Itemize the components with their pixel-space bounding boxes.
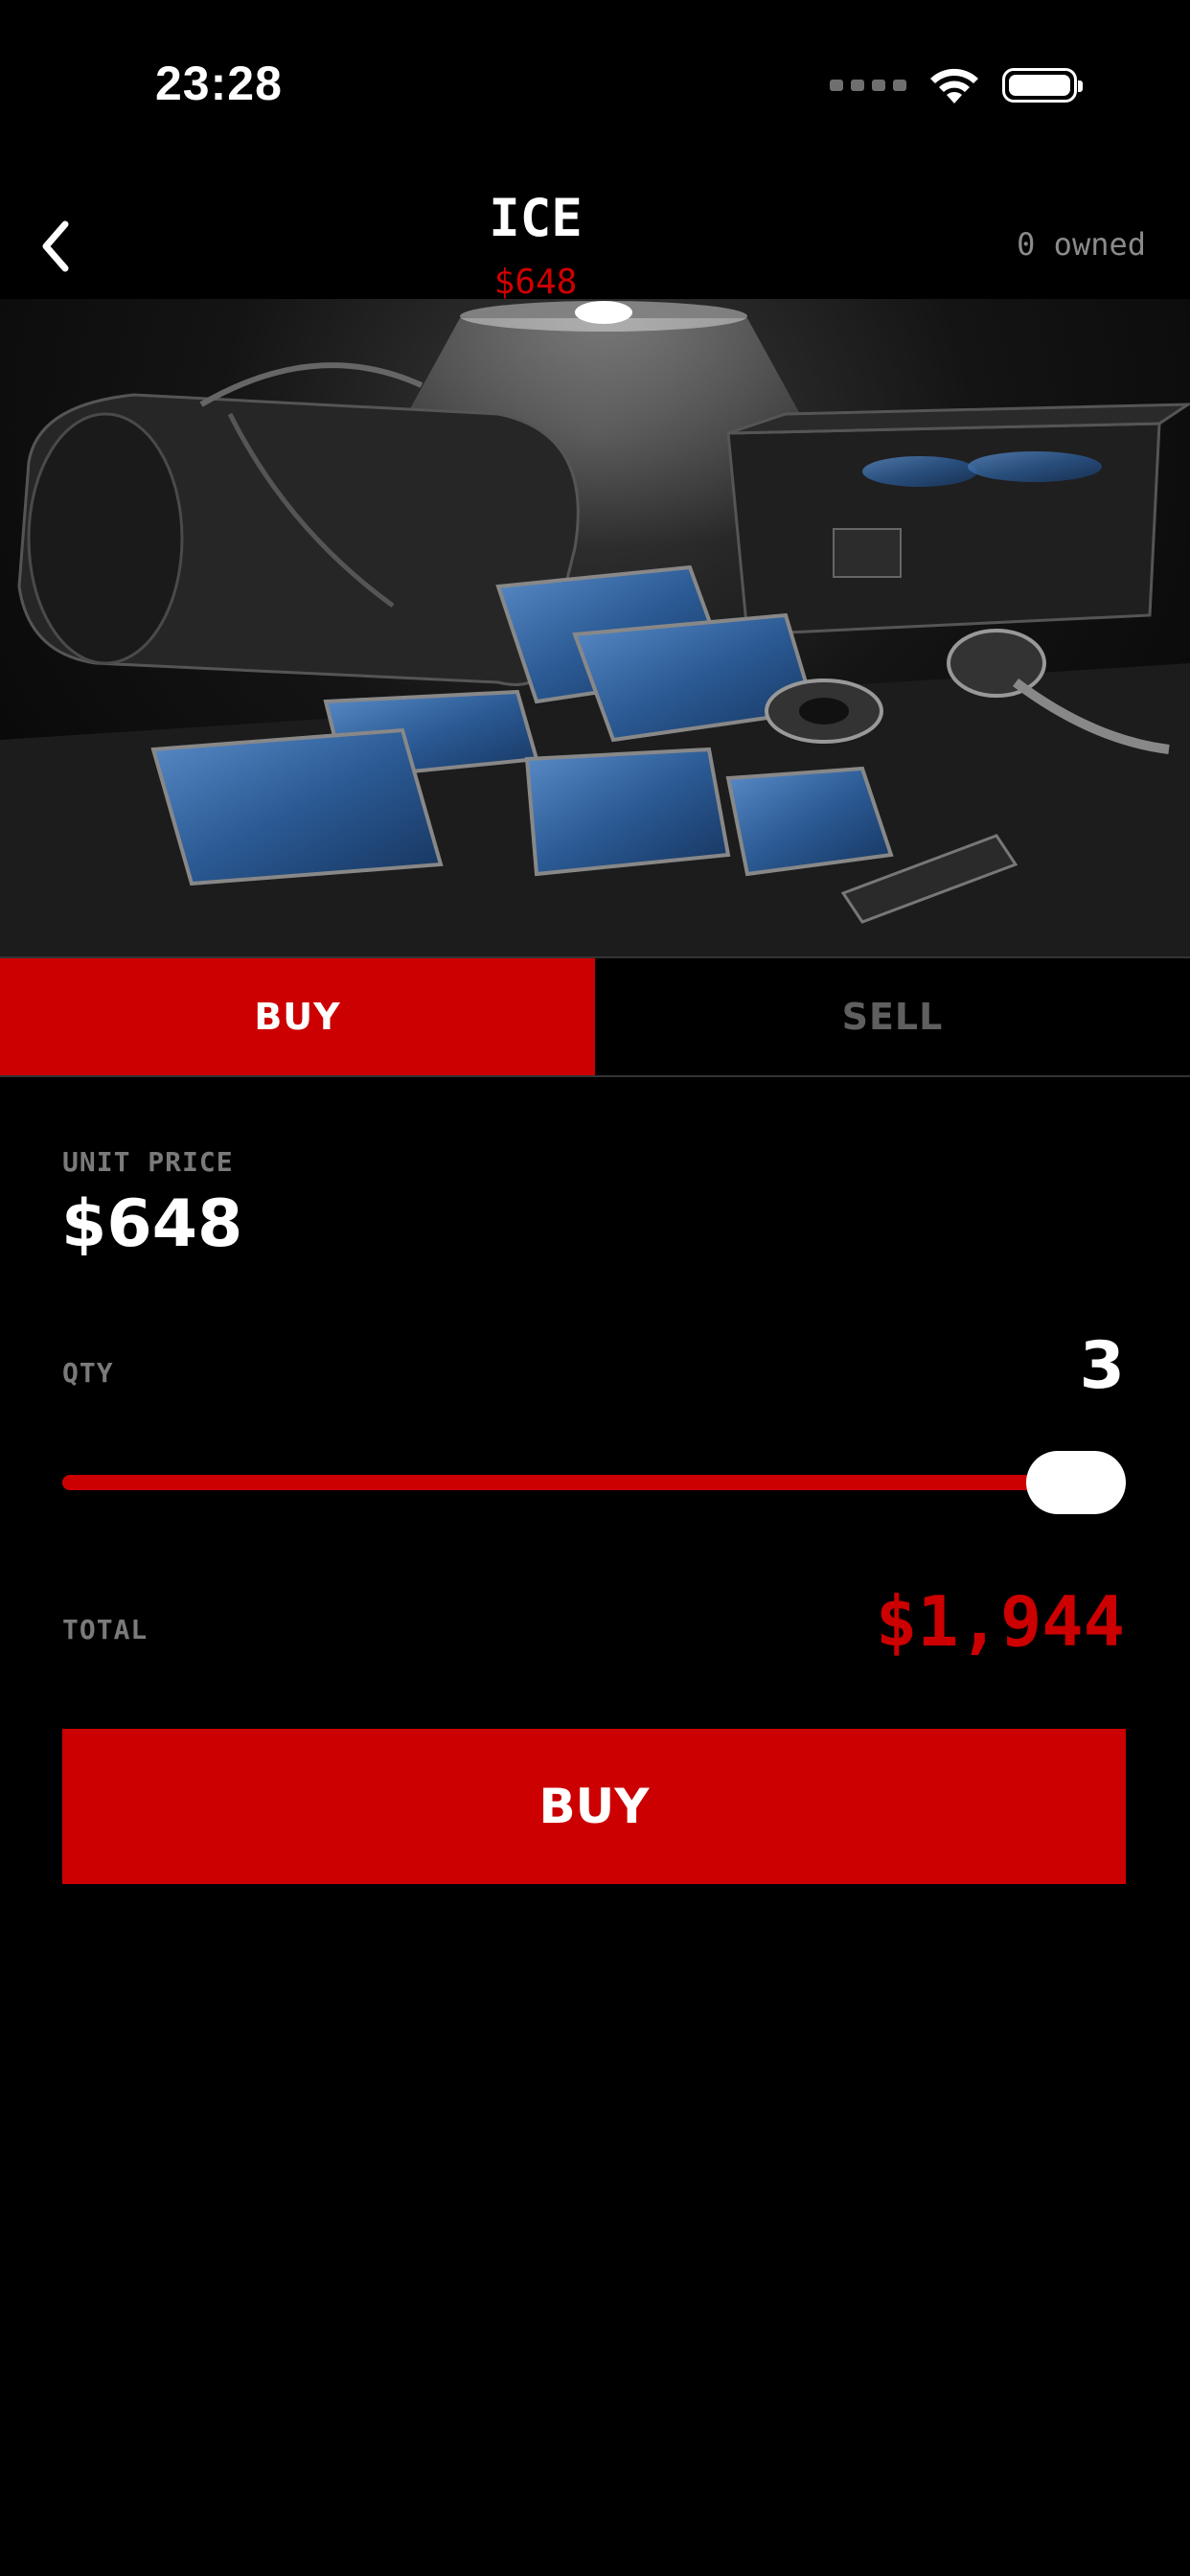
qty-label: QTY <box>62 1357 114 1389</box>
cell-signal-icon <box>830 80 906 91</box>
header-price: $648 <box>493 263 578 302</box>
slider-thumb[interactable] <box>1026 1451 1126 1514</box>
buy-button[interactable]: BUY <box>62 1729 1126 1884</box>
product-image <box>0 299 1190 956</box>
qty-value: 3 <box>1079 1328 1125 1404</box>
status-icons <box>830 65 1083 105</box>
tab-buy[interactable]: BUY <box>0 958 595 1075</box>
slider-fill <box>62 1475 1076 1490</box>
trade-tabs: BUY SELL <box>0 956 1190 1077</box>
battery-icon <box>1002 68 1083 103</box>
owned-count: 0 owned <box>1017 226 1146 263</box>
quantity-slider[interactable] <box>62 1451 1126 1518</box>
total-value: $1,944 <box>875 1581 1125 1662</box>
page-title: ICE <box>489 188 583 248</box>
unit-price-label: UNIT PRICE <box>62 1146 234 1178</box>
total-label: TOTAL <box>62 1614 149 1645</box>
tab-sell[interactable]: SELL <box>595 958 1190 1075</box>
wifi-icon <box>930 68 978 104</box>
status-time: 23:28 <box>155 57 283 110</box>
unit-price-value: $648 <box>61 1186 243 1262</box>
